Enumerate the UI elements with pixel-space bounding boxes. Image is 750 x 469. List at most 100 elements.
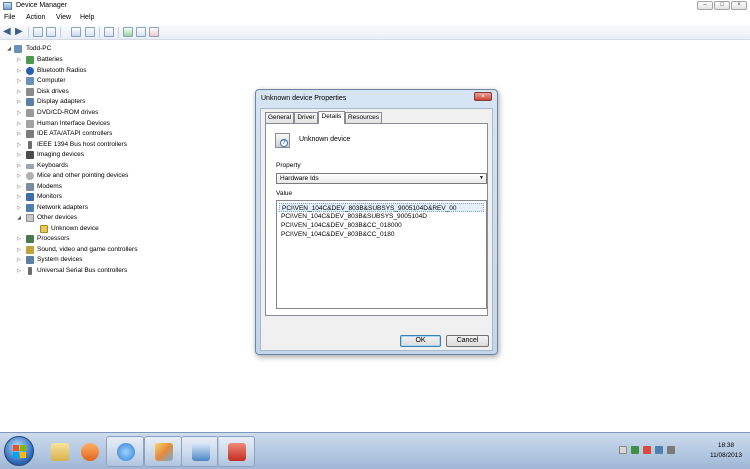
- expand-arrow-icon[interactable]: ▷: [16, 171, 22, 181]
- update-driver-icon[interactable]: [104, 27, 114, 37]
- ok-button[interactable]: OK: [400, 335, 441, 347]
- window-titlebar: Device Manager – □ ×: [0, 0, 750, 13]
- expand-arrow-icon[interactable]: ▷: [16, 234, 22, 244]
- tab-driver[interactable]: Driver: [294, 112, 318, 123]
- cancel-button[interactable]: Cancel: [446, 335, 489, 347]
- properties-icon[interactable]: [85, 27, 95, 37]
- action-center-icon[interactable]: [643, 446, 651, 454]
- value-listbox[interactable]: PCI\VEN_104C&DEV_803B&SUBSYS_9005104D&RE…: [276, 200, 487, 309]
- expand-arrow-icon[interactable]: ▷: [16, 55, 22, 65]
- expand-arrow-icon[interactable]: ▷: [16, 182, 22, 192]
- tree-root[interactable]: ◢ Todd-PC: [0, 44, 120, 54]
- tree-item-batteries[interactable]: ▷ Batteries: [0, 55, 200, 65]
- tree-item-computer[interactable]: ▷ Computer: [0, 76, 200, 86]
- up-folder-icon[interactable]: [33, 27, 43, 37]
- device-manager-icon: [3, 2, 12, 10]
- tree-item-processors[interactable]: ▷ Processors: [0, 234, 200, 244]
- warning-device-icon: [40, 225, 48, 233]
- tree-item-sound-video-and-game-controllers[interactable]: ▷ Sound, video and game controllers: [0, 245, 200, 255]
- tree-item-modems[interactable]: ▷ Modems: [0, 182, 200, 192]
- tree-item-system-devices[interactable]: ▷ System devices: [0, 255, 200, 265]
- collapse-arrow-icon[interactable]: ◢: [6, 44, 12, 54]
- maximize-button[interactable]: □: [714, 1, 730, 10]
- expand-arrow-icon[interactable]: ▷: [16, 203, 22, 213]
- usb-icon: [28, 267, 32, 275]
- tree-item-unknown-device[interactable]: Unknown device: [0, 224, 200, 234]
- back-arrow-icon[interactable]: ◀: [3, 27, 13, 37]
- taskbar-remote-desktop[interactable]: [181, 436, 219, 467]
- tree-item-other-devices[interactable]: ◢ Other devices: [0, 213, 200, 223]
- tree-item-dvd-cd-rom-drives[interactable]: ▷ DVD/CD-ROM drives: [0, 108, 200, 118]
- minimize-button[interactable]: –: [697, 1, 713, 10]
- tree-item-bluetooth-radios[interactable]: ▷ Bluetooth Radios: [0, 66, 200, 76]
- bluetooth-icon: [26, 67, 34, 75]
- show-hide-tree-icon[interactable]: [46, 27, 56, 37]
- tab-general[interactable]: General: [265, 112, 294, 123]
- menu-action[interactable]: Action: [26, 14, 45, 21]
- list-item[interactable]: PCI\VEN_104C&DEV_803B&SUBSYS_9005104D: [279, 212, 484, 221]
- system-tray: 18:38 11/08/2013: [605, 433, 750, 469]
- clock[interactable]: 18:38 11/08/2013: [710, 441, 742, 461]
- display-adapter-icon: [26, 98, 34, 106]
- menu-view[interactable]: View: [56, 14, 71, 21]
- expand-arrow-icon[interactable]: ▷: [16, 266, 22, 276]
- tree-item-keyboards[interactable]: ▷ Keyboards: [0, 161, 200, 171]
- scan-hardware-icon[interactable]: [123, 27, 133, 37]
- expand-arrow-icon[interactable]: ▷: [16, 161, 22, 171]
- clock-date: 11/08/2013: [709, 452, 742, 459]
- menu-help[interactable]: Help: [80, 14, 94, 21]
- help-icon[interactable]: [71, 27, 81, 37]
- tree-item-ieee-1394-bus-host-controllers[interactable]: ▷ IEEE 1394 Bus host controllers: [0, 140, 200, 150]
- tree-item-monitors[interactable]: ▷ Monitors: [0, 192, 200, 202]
- property-select[interactable]: Hardware Ids ▼: [276, 173, 487, 184]
- expand-arrow-icon[interactable]: ▷: [16, 140, 22, 150]
- expand-arrow-icon[interactable]: ▷: [16, 192, 22, 202]
- expand-arrow-icon[interactable]: ▷: [16, 108, 22, 118]
- tree-item-disk-drives[interactable]: ▷ Disk drives: [0, 87, 200, 97]
- disable-device-icon[interactable]: [136, 27, 146, 37]
- keyboard-icon: [26, 164, 34, 169]
- close-button[interactable]: ×: [731, 1, 747, 10]
- taskbar-media-player[interactable]: [70, 436, 108, 467]
- dialog-close-button[interactable]: ×: [474, 92, 492, 101]
- collapse-arrow-icon[interactable]: ◢: [16, 213, 22, 223]
- expand-arrow-icon[interactable]: ▷: [16, 150, 22, 160]
- taskbar-device-manager[interactable]: [217, 436, 255, 467]
- tree-item-ide-ata-atapi-controllers[interactable]: ▷ IDE ATA/ATAPI controllers: [0, 129, 200, 139]
- network-tray-icon[interactable]: [655, 446, 663, 454]
- expand-arrow-icon[interactable]: ▷: [16, 87, 22, 97]
- taskbar-paint[interactable]: [144, 436, 182, 467]
- forward-arrow-icon[interactable]: ▶: [15, 27, 25, 37]
- list-item[interactable]: PCI\VEN_104C&DEV_803B&CC_0180: [279, 230, 484, 239]
- internet-explorer-icon: [117, 443, 135, 461]
- expand-arrow-icon[interactable]: ▷: [16, 129, 22, 139]
- battery-tray-icon[interactable]: [631, 446, 639, 454]
- tree-item-network-adapters[interactable]: ▷ Network adapters: [0, 203, 200, 213]
- menu-file[interactable]: File: [4, 14, 15, 21]
- expand-arrow-icon[interactable]: ▷: [16, 66, 22, 76]
- processor-icon: [26, 235, 34, 243]
- expand-arrow-icon[interactable]: ▷: [16, 97, 22, 107]
- tab-resources[interactable]: Resources: [345, 112, 382, 123]
- expand-arrow-icon[interactable]: ▷: [16, 245, 22, 255]
- start-button[interactable]: [4, 436, 34, 466]
- device-properties-dialog: Unknown device Properties × General Driv…: [255, 89, 498, 355]
- disk-drive-icon: [26, 88, 34, 96]
- expand-arrow-icon[interactable]: ▷: [16, 255, 22, 265]
- expand-arrow-icon[interactable]: ▷: [16, 76, 22, 86]
- volume-icon[interactable]: [667, 446, 675, 454]
- tree-item-mice-and-other-pointing-devices[interactable]: ▷ Mice and other pointing devices: [0, 171, 200, 181]
- tree-item-imaging-devices[interactable]: ▷ Imaging devices: [0, 150, 200, 160]
- firewire-icon: [28, 141, 32, 149]
- remote-desktop-icon: [192, 443, 210, 461]
- list-item[interactable]: PCI\VEN_104C&DEV_803B&CC_018000: [279, 221, 484, 230]
- tree-item-human-interface-devices[interactable]: ▷ Human Interface Devices: [0, 119, 200, 129]
- list-item[interactable]: PCI\VEN_104C&DEV_803B&SUBSYS_9005104D&RE…: [279, 203, 484, 212]
- uninstall-device-icon[interactable]: [149, 27, 159, 37]
- tab-details[interactable]: Details: [318, 111, 345, 124]
- tree-item-display-adapters[interactable]: ▷ Display adapters: [0, 97, 200, 107]
- expand-arrow-icon[interactable]: ▷: [16, 119, 22, 129]
- show-hidden-icons-icon[interactable]: [619, 446, 627, 454]
- tree-item-universal-serial-bus-controllers[interactable]: ▷ Universal Serial Bus controllers: [0, 266, 200, 276]
- taskbar-internet-explorer[interactable]: [106, 436, 144, 467]
